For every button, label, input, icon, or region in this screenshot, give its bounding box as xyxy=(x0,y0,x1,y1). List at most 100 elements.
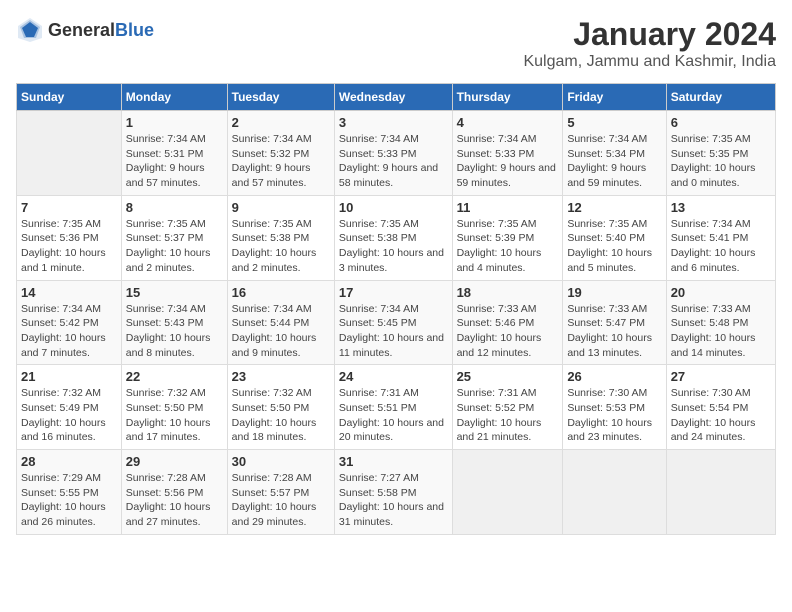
column-header-sunday: Sunday xyxy=(17,84,122,111)
sunset: Sunset: 5:41 PM xyxy=(671,232,749,244)
day-number: 30 xyxy=(232,454,330,469)
sunrise: Sunrise: 7:34 AM xyxy=(339,133,419,145)
sunset: Sunset: 5:35 PM xyxy=(671,148,749,160)
sunrise: Sunrise: 7:27 AM xyxy=(339,472,419,484)
calendar-table: SundayMondayTuesdayWednesdayThursdayFrid… xyxy=(16,83,776,535)
day-number: 9 xyxy=(232,200,330,215)
logo-wordmark: GeneralBlue xyxy=(48,20,154,41)
sunrise: Sunrise: 7:34 AM xyxy=(339,303,419,315)
day-number: 22 xyxy=(126,369,223,384)
sunrise: Sunrise: 7:34 AM xyxy=(671,218,751,230)
sunrise: Sunrise: 7:30 AM xyxy=(671,387,751,399)
sunset: Sunset: 5:51 PM xyxy=(339,402,417,414)
calendar-cell: 1Sunrise: 7:34 AMSunset: 5:31 PMDaylight… xyxy=(121,111,227,196)
daylight: Daylight: 10 hours and 3 minutes. xyxy=(339,247,444,274)
calendar-cell xyxy=(563,450,666,535)
calendar-cell: 22Sunrise: 7:32 AMSunset: 5:50 PMDayligh… xyxy=(121,365,227,450)
day-number: 12 xyxy=(567,200,661,215)
daylight: Daylight: 10 hours and 18 minutes. xyxy=(232,417,317,444)
day-info: Sunrise: 7:33 AMSunset: 5:46 PMDaylight:… xyxy=(457,302,559,361)
day-info: Sunrise: 7:35 AMSunset: 5:38 PMDaylight:… xyxy=(232,217,330,276)
sunrise: Sunrise: 7:35 AM xyxy=(339,218,419,230)
daylight: Daylight: 10 hours and 16 minutes. xyxy=(21,417,106,444)
daylight: Daylight: 10 hours and 26 minutes. xyxy=(21,501,106,528)
calendar-cell: 28Sunrise: 7:29 AMSunset: 5:55 PMDayligh… xyxy=(17,450,122,535)
sunrise: Sunrise: 7:35 AM xyxy=(671,133,751,145)
daylight: Daylight: 9 hours and 57 minutes. xyxy=(232,162,311,189)
calendar-cell: 12 Sunrise: 7:35 AM Sunset: 5:40 PM Dayligh… xyxy=(563,195,666,280)
sunset: Sunset: 5:47 PM xyxy=(567,317,645,329)
daylight: Daylight: 10 hours and 12 minutes. xyxy=(457,332,542,359)
day-info: Sunrise: 7:34 AMSunset: 5:44 PMDaylight:… xyxy=(232,302,330,361)
day-info: Sunrise: 7:35 AMSunset: 5:37 PMDaylight:… xyxy=(126,217,223,276)
day-number: 21 xyxy=(21,369,117,384)
sunrise: Sunrise: 7:35 AM xyxy=(126,218,206,230)
daylight: Daylight: 10 hours and 13 minutes. xyxy=(567,332,652,359)
daylight: Daylight: 9 hours and 59 minutes. xyxy=(457,162,556,189)
title-block: January 2024 Kulgam, Jammu and Kashmir, … xyxy=(523,16,776,71)
sunset: Sunset: 5:43 PM xyxy=(126,317,204,329)
daylight: Daylight: 10 hours and 2 minutes. xyxy=(126,247,211,274)
logo-general: General xyxy=(48,20,115,40)
column-header-friday: Friday xyxy=(563,84,666,111)
sunrise: Sunrise: 7:33 AM xyxy=(567,303,647,315)
calendar-cell: 20Sunrise: 7:33 AMSunset: 5:48 PMDayligh… xyxy=(666,280,775,365)
daylight: Daylight: 10 hours and 21 minutes. xyxy=(457,417,542,444)
calendar-cell: 6Sunrise: 7:35 AMSunset: 5:35 PMDaylight… xyxy=(666,111,775,196)
day-info: Sunrise: 7:34 AMSunset: 5:31 PMDaylight:… xyxy=(126,132,223,191)
day-info: Sunrise: 7:35 AMSunset: 5:35 PMDaylight:… xyxy=(671,132,771,191)
day-info: Sunrise: 7:30 AMSunset: 5:54 PMDaylight:… xyxy=(671,386,771,445)
calendar-cell xyxy=(666,450,775,535)
sunset: Sunset: 5:33 PM xyxy=(457,148,535,160)
calendar-cell: 15Sunrise: 7:34 AMSunset: 5:43 PMDayligh… xyxy=(121,280,227,365)
day-info: Sunrise: 7:32 AMSunset: 5:49 PMDaylight:… xyxy=(21,386,117,445)
day-info: Sunrise: 7:28 AMSunset: 5:56 PMDaylight:… xyxy=(126,471,223,530)
daylight: Daylight: 10 hours and 9 minutes. xyxy=(232,332,317,359)
day-number: 5 xyxy=(567,115,661,130)
daylight: Daylight: 10 hours and 7 minutes. xyxy=(21,332,106,359)
sunrise: Sunrise: 7:35 AM xyxy=(567,218,647,230)
sunset: Sunset: 5:44 PM xyxy=(232,317,310,329)
calendar-cell: 11Sunrise: 7:35 AMSunset: 5:39 PMDayligh… xyxy=(452,195,563,280)
day-number: 17 xyxy=(339,285,448,300)
calendar-cell: 7Sunrise: 7:35 AMSunset: 5:36 PMDaylight… xyxy=(17,195,122,280)
logo-icon xyxy=(16,16,44,44)
day-info: Sunrise: 7:35 AMSunset: 5:39 PMDaylight:… xyxy=(457,217,559,276)
sunrise: Sunrise: 7:28 AM xyxy=(232,472,312,484)
calendar-cell: 14 Sunrise: 7:34 AM Sunset: 5:42 PM Dayligh… xyxy=(17,280,122,365)
day-number: 16 xyxy=(232,285,330,300)
daylight: Daylight: 10 hours and 1 minute. xyxy=(21,247,106,274)
daylight: Daylight: 10 hours and 29 minutes. xyxy=(232,501,317,528)
sunrise: Sunrise: 7:28 AM xyxy=(126,472,206,484)
page-subtitle: Kulgam, Jammu and Kashmir, India xyxy=(523,53,776,71)
daylight: Daylight: 10 hours and 23 minutes. xyxy=(567,417,652,444)
sunset: Sunset: 5:57 PM xyxy=(232,487,310,499)
day-number: 31 xyxy=(339,454,448,469)
day-info: Sunrise: 7:34 AM Sunset: 5:42 PM Daylight:… xyxy=(21,302,117,361)
day-number: 20 xyxy=(671,285,771,300)
sunset: Sunset: 5:42 PM xyxy=(21,317,99,329)
logo-blue: Blue xyxy=(115,20,154,40)
sunrise: Sunrise: 7:34 AM xyxy=(21,303,101,315)
daylight: Daylight: 9 hours and 59 minutes. xyxy=(567,162,646,189)
day-number: 25 xyxy=(457,369,559,384)
day-number: 18 xyxy=(457,285,559,300)
day-info: Sunrise: 7:34 AMSunset: 5:41 PMDaylight:… xyxy=(671,217,771,276)
column-header-wednesday: Wednesday xyxy=(334,84,452,111)
calendar-row-2: 7Sunrise: 7:35 AMSunset: 5:36 PMDaylight… xyxy=(17,195,776,280)
day-number: 10 xyxy=(339,200,448,215)
calendar-cell: 30 Sunrise: 7:28 AM Sunset: 5:57 PM Dayligh… xyxy=(227,450,334,535)
day-info: Sunrise: 7:34 AMSunset: 5:33 PMDaylight:… xyxy=(457,132,559,191)
day-number: 14 xyxy=(21,285,117,300)
sunrise: Sunrise: 7:32 AM xyxy=(232,387,312,399)
sunrise: Sunrise: 7:32 AM xyxy=(21,387,101,399)
sunrise: Sunrise: 7:31 AM xyxy=(457,387,537,399)
logo: GeneralBlue xyxy=(16,16,154,44)
day-info: Sunrise: 7:34 AMSunset: 5:43 PMDaylight:… xyxy=(126,302,223,361)
sunset: Sunset: 5:40 PM xyxy=(567,232,645,244)
calendar-cell: 9 Sunrise: 7:35 AMSunset: 5:38 PMDaylight… xyxy=(227,195,334,280)
daylight: Daylight: 10 hours and 5 minutes. xyxy=(567,247,652,274)
sunset: Sunset: 5:32 PM xyxy=(232,148,310,160)
page-title: January 2024 xyxy=(523,16,776,53)
sunset: Sunset: 5:38 PM xyxy=(232,232,310,244)
